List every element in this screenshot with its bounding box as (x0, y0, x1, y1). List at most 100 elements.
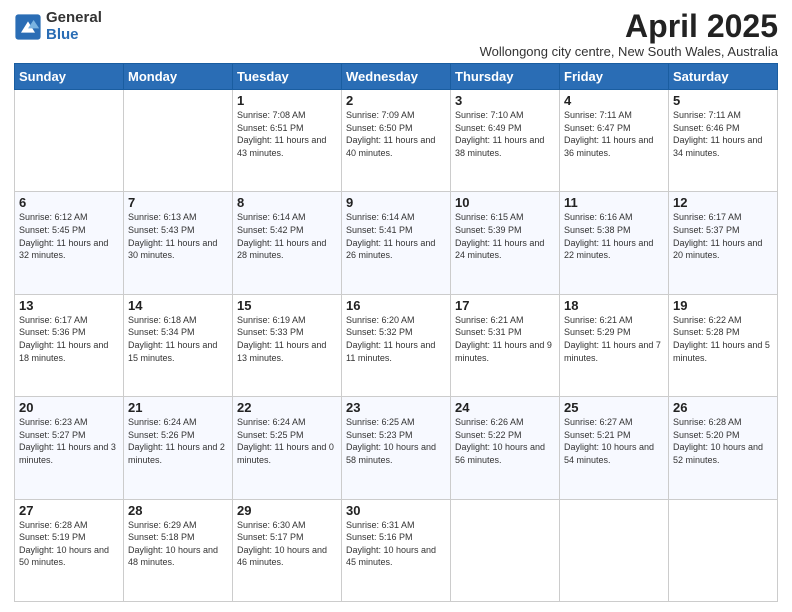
calendar-cell: 4Sunrise: 7:11 AM Sunset: 6:47 PM Daylig… (560, 90, 669, 192)
logo-general: General (46, 10, 102, 27)
cell-day-number: 5 (673, 93, 773, 108)
cell-day-number: 6 (19, 195, 119, 210)
month-title: April 2025 (480, 10, 778, 42)
cell-day-number: 14 (128, 298, 228, 313)
cell-info: Sunrise: 6:30 AM Sunset: 5:17 PM Dayligh… (237, 519, 337, 569)
cell-info: Sunrise: 6:17 AM Sunset: 5:37 PM Dayligh… (673, 211, 773, 261)
cell-day-number: 9 (346, 195, 446, 210)
calendar-table: SundayMondayTuesdayWednesdayThursdayFrid… (14, 63, 778, 602)
cell-info: Sunrise: 6:18 AM Sunset: 5:34 PM Dayligh… (128, 314, 228, 364)
calendar-cell: 10Sunrise: 6:15 AM Sunset: 5:39 PM Dayli… (451, 192, 560, 294)
cell-info: Sunrise: 6:21 AM Sunset: 5:29 PM Dayligh… (564, 314, 664, 364)
cell-day-number: 22 (237, 400, 337, 415)
cell-info: Sunrise: 6:28 AM Sunset: 5:20 PM Dayligh… (673, 416, 773, 466)
calendar-cell (451, 499, 560, 601)
cell-day-number: 8 (237, 195, 337, 210)
calendar-cell: 21Sunrise: 6:24 AM Sunset: 5:26 PM Dayli… (124, 397, 233, 499)
day-header-saturday: Saturday (669, 64, 778, 90)
week-row-2: 6Sunrise: 6:12 AM Sunset: 5:45 PM Daylig… (15, 192, 778, 294)
calendar-cell: 17Sunrise: 6:21 AM Sunset: 5:31 PM Dayli… (451, 294, 560, 396)
cell-day-number: 2 (346, 93, 446, 108)
cell-day-number: 23 (346, 400, 446, 415)
cell-info: Sunrise: 6:16 AM Sunset: 5:38 PM Dayligh… (564, 211, 664, 261)
cell-info: Sunrise: 6:19 AM Sunset: 5:33 PM Dayligh… (237, 314, 337, 364)
cell-info: Sunrise: 6:29 AM Sunset: 5:18 PM Dayligh… (128, 519, 228, 569)
cell-day-number: 16 (346, 298, 446, 313)
calendar-cell: 30Sunrise: 6:31 AM Sunset: 5:16 PM Dayli… (342, 499, 451, 601)
cell-day-number: 24 (455, 400, 555, 415)
calendar-cell: 16Sunrise: 6:20 AM Sunset: 5:32 PM Dayli… (342, 294, 451, 396)
cell-info: Sunrise: 7:08 AM Sunset: 6:51 PM Dayligh… (237, 109, 337, 159)
calendar-cell (560, 499, 669, 601)
cell-day-number: 27 (19, 503, 119, 518)
calendar-cell: 9Sunrise: 6:14 AM Sunset: 5:41 PM Daylig… (342, 192, 451, 294)
cell-day-number: 4 (564, 93, 664, 108)
cell-day-number: 28 (128, 503, 228, 518)
day-header-wednesday: Wednesday (342, 64, 451, 90)
calendar-cell (124, 90, 233, 192)
calendar-cell: 2Sunrise: 7:09 AM Sunset: 6:50 PM Daylig… (342, 90, 451, 192)
cell-info: Sunrise: 6:20 AM Sunset: 5:32 PM Dayligh… (346, 314, 446, 364)
cell-info: Sunrise: 6:22 AM Sunset: 5:28 PM Dayligh… (673, 314, 773, 364)
calendar-cell: 15Sunrise: 6:19 AM Sunset: 5:33 PM Dayli… (233, 294, 342, 396)
cell-info: Sunrise: 6:27 AM Sunset: 5:21 PM Dayligh… (564, 416, 664, 466)
calendar-cell: 22Sunrise: 6:24 AM Sunset: 5:25 PM Dayli… (233, 397, 342, 499)
cell-info: Sunrise: 6:24 AM Sunset: 5:26 PM Dayligh… (128, 416, 228, 466)
day-header-sunday: Sunday (15, 64, 124, 90)
calendar-cell: 27Sunrise: 6:28 AM Sunset: 5:19 PM Dayli… (15, 499, 124, 601)
calendar-cell: 8Sunrise: 6:14 AM Sunset: 5:42 PM Daylig… (233, 192, 342, 294)
calendar-cell: 28Sunrise: 6:29 AM Sunset: 5:18 PM Dayli… (124, 499, 233, 601)
cell-day-number: 21 (128, 400, 228, 415)
cell-info: Sunrise: 6:17 AM Sunset: 5:36 PM Dayligh… (19, 314, 119, 364)
calendar-cell: 3Sunrise: 7:10 AM Sunset: 6:49 PM Daylig… (451, 90, 560, 192)
week-row-1: 1Sunrise: 7:08 AM Sunset: 6:51 PM Daylig… (15, 90, 778, 192)
day-header-monday: Monday (124, 64, 233, 90)
cell-info: Sunrise: 7:10 AM Sunset: 6:49 PM Dayligh… (455, 109, 555, 159)
calendar-cell: 11Sunrise: 6:16 AM Sunset: 5:38 PM Dayli… (560, 192, 669, 294)
calendar-cell: 5Sunrise: 7:11 AM Sunset: 6:46 PM Daylig… (669, 90, 778, 192)
calendar-cell: 6Sunrise: 6:12 AM Sunset: 5:45 PM Daylig… (15, 192, 124, 294)
cell-info: Sunrise: 6:15 AM Sunset: 5:39 PM Dayligh… (455, 211, 555, 261)
cell-day-number: 20 (19, 400, 119, 415)
cell-day-number: 12 (673, 195, 773, 210)
cell-info: Sunrise: 6:14 AM Sunset: 5:42 PM Dayligh… (237, 211, 337, 261)
calendar-cell: 26Sunrise: 6:28 AM Sunset: 5:20 PM Dayli… (669, 397, 778, 499)
calendar-cell: 23Sunrise: 6:25 AM Sunset: 5:23 PM Dayli… (342, 397, 451, 499)
calendar-cell: 18Sunrise: 6:21 AM Sunset: 5:29 PM Dayli… (560, 294, 669, 396)
cell-day-number: 25 (564, 400, 664, 415)
cell-day-number: 30 (346, 503, 446, 518)
page: General Blue April 2025 Wollongong city … (0, 0, 792, 612)
cell-day-number: 1 (237, 93, 337, 108)
logo: General Blue (14, 10, 102, 43)
calendar-cell: 1Sunrise: 7:08 AM Sunset: 6:51 PM Daylig… (233, 90, 342, 192)
cell-info: Sunrise: 6:24 AM Sunset: 5:25 PM Dayligh… (237, 416, 337, 466)
cell-info: Sunrise: 6:14 AM Sunset: 5:41 PM Dayligh… (346, 211, 446, 261)
cell-day-number: 18 (564, 298, 664, 313)
header: General Blue April 2025 Wollongong city … (14, 10, 778, 59)
calendar-cell: 29Sunrise: 6:30 AM Sunset: 5:17 PM Dayli… (233, 499, 342, 601)
logo-text: General Blue (46, 10, 102, 43)
cell-day-number: 13 (19, 298, 119, 313)
calendar-cell (15, 90, 124, 192)
week-row-4: 20Sunrise: 6:23 AM Sunset: 5:27 PM Dayli… (15, 397, 778, 499)
cell-info: Sunrise: 6:28 AM Sunset: 5:19 PM Dayligh… (19, 519, 119, 569)
calendar-cell: 13Sunrise: 6:17 AM Sunset: 5:36 PM Dayli… (15, 294, 124, 396)
cell-day-number: 19 (673, 298, 773, 313)
logo-blue: Blue (46, 27, 102, 44)
cell-day-number: 29 (237, 503, 337, 518)
cell-day-number: 3 (455, 93, 555, 108)
cell-info: Sunrise: 6:21 AM Sunset: 5:31 PM Dayligh… (455, 314, 555, 364)
calendar-cell: 7Sunrise: 6:13 AM Sunset: 5:43 PM Daylig… (124, 192, 233, 294)
cell-day-number: 7 (128, 195, 228, 210)
calendar-cell: 25Sunrise: 6:27 AM Sunset: 5:21 PM Dayli… (560, 397, 669, 499)
title-block: April 2025 Wollongong city centre, New S… (480, 10, 778, 59)
cell-info: Sunrise: 6:23 AM Sunset: 5:27 PM Dayligh… (19, 416, 119, 466)
day-header-friday: Friday (560, 64, 669, 90)
week-row-5: 27Sunrise: 6:28 AM Sunset: 5:19 PM Dayli… (15, 499, 778, 601)
calendar-cell: 14Sunrise: 6:18 AM Sunset: 5:34 PM Dayli… (124, 294, 233, 396)
cell-info: Sunrise: 7:09 AM Sunset: 6:50 PM Dayligh… (346, 109, 446, 159)
cell-info: Sunrise: 6:25 AM Sunset: 5:23 PM Dayligh… (346, 416, 446, 466)
calendar-header-row: SundayMondayTuesdayWednesdayThursdayFrid… (15, 64, 778, 90)
cell-day-number: 10 (455, 195, 555, 210)
subtitle: Wollongong city centre, New South Wales,… (480, 44, 778, 59)
